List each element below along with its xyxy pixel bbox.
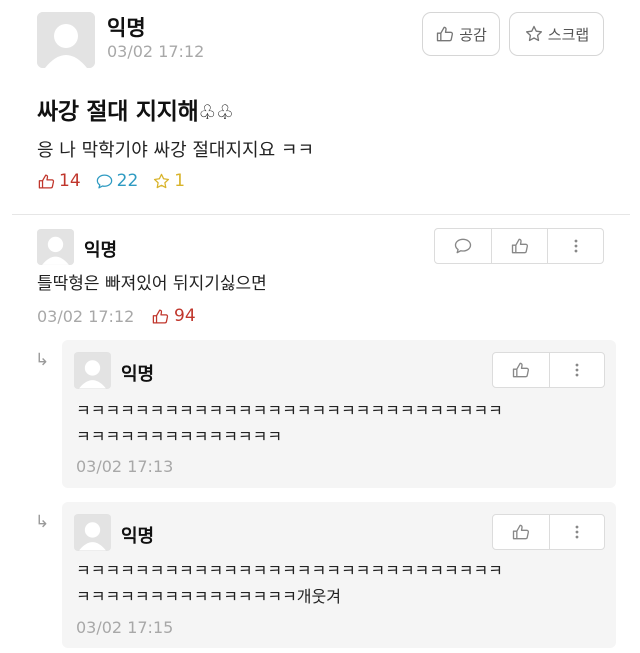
reply-actions — [492, 514, 605, 550]
thumbs-up-icon — [38, 174, 55, 188]
reply-text-line2: ㅋㅋㅋㅋㅋㅋㅋㅋㅋㅋㅋㅋㅋㅋ — [76, 427, 283, 446]
vertical-dots-icon — [575, 363, 579, 377]
post-comment-count-value: 22 — [116, 171, 139, 191]
thumbs-up-icon — [152, 309, 169, 323]
post-title-text: 싸강 절대 지지해 — [37, 99, 199, 125]
vertical-dots-icon — [575, 525, 579, 539]
reply-more-button[interactable] — [548, 353, 605, 387]
speech-bubble-icon — [96, 174, 112, 188]
speech-bubble-icon — [454, 238, 472, 254]
anonymous-avatar-icon — [74, 352, 111, 389]
comment-text: 틀딱형은 빠져있어 뒤지기싫으면 — [37, 274, 267, 294]
comment-reply-button[interactable] — [435, 229, 491, 263]
comment-avatar — [37, 229, 74, 265]
reply-actions — [492, 352, 605, 388]
reply-item: 익명 ㅋㅋㅋㅋㅋㅋㅋㅋㅋㅋㅋㅋㅋㅋㅋㅋㅋㅋㅋㅋㅋㅋㅋㅋㅋㅋㅋㅋㅋ ㅋㅋㅋㅋㅋㅋㅋ… — [62, 502, 616, 648]
anonymous-avatar-icon — [37, 229, 74, 265]
thumbs-up-icon — [511, 238, 528, 254]
post-like-count-value: 14 — [59, 171, 81, 191]
vertical-dots-icon — [574, 239, 577, 253]
reply-arrow-icon: ↳ — [35, 512, 50, 532]
comment-more-button[interactable] — [547, 229, 603, 263]
reply-avatar — [74, 352, 111, 389]
post-author-avatar — [37, 12, 95, 68]
post-like-button-label: 공감 — [459, 25, 487, 44]
post-like-count: 14 — [37, 171, 81, 191]
post-scrap-count-value: 1 — [174, 171, 186, 191]
comment-timestamp: 03/02 17:12 — [37, 307, 135, 326]
reply-arrow-icon: ↳ — [35, 350, 50, 370]
post-comment-count: 22 — [95, 171, 139, 191]
reply-like-button[interactable] — [493, 515, 549, 549]
post-scrap-button[interactable]: 스크랩 — [509, 12, 604, 56]
star-icon — [154, 173, 170, 188]
reply-text-line1: ㅋㅋㅋㅋㅋㅋㅋㅋㅋㅋㅋㅋㅋㅋㅋㅋㅋㅋㅋㅋㅋㅋㅋㅋㅋㅋㅋㅋㅋ — [76, 561, 503, 580]
reply-author-name: 익명 — [121, 526, 155, 547]
post-author-name: 익명 — [107, 16, 146, 40]
reply-more-button[interactable] — [548, 515, 605, 549]
post-scrap-count: 1 — [152, 171, 185, 191]
comment-like-count-value: 94 — [174, 306, 196, 326]
post-scrap-button-label: 스크랩 — [547, 25, 590, 44]
post-divider — [12, 214, 630, 215]
thumbs-up-icon — [437, 26, 454, 42]
reply-text-line1: ㅋㅋㅋㅋㅋㅋㅋㅋㅋㅋㅋㅋㅋㅋㅋㅋㅋㅋㅋㅋㅋㅋㅋㅋㅋㅋㅋㅋㅋ — [76, 401, 503, 420]
reply-like-button[interactable] — [493, 353, 549, 387]
post-stats: 14 22 1 — [37, 171, 199, 191]
anonymous-avatar-icon — [37, 12, 95, 68]
anonymous-avatar-icon — [74, 514, 111, 551]
reply-item: 익명 ㅋㅋㅋㅋㅋㅋㅋㅋㅋㅋㅋㅋㅋㅋㅋㅋㅋㅋㅋㅋㅋㅋㅋㅋㅋㅋㅋㅋㅋ ㅋㅋㅋㅋㅋㅋㅋ… — [62, 340, 616, 488]
post-like-button[interactable]: 공감 — [422, 12, 500, 56]
star-icon — [525, 25, 542, 42]
comment-actions — [434, 228, 604, 264]
post-timestamp: 03/02 17:12 — [107, 42, 205, 61]
thumbs-up-icon — [512, 524, 529, 540]
reply-timestamp: 03/02 17:15 — [76, 618, 174, 637]
post-title: 싸강 절대 지지해♧♧ — [37, 92, 234, 126]
comment-like-count: 94 — [151, 306, 196, 326]
reply-author-name: 익명 — [121, 364, 155, 385]
reply-avatar — [74, 514, 111, 551]
thumbs-up-icon — [512, 362, 529, 378]
reply-text-line2: ㅋㅋㅋㅋㅋㅋㅋㅋㅋㅋㅋㅋㅋㅋㅋ개웃겨 — [76, 587, 341, 606]
comment-like-button[interactable] — [491, 229, 547, 263]
comment-author-name: 익명 — [84, 240, 118, 261]
post-body: 응 나 막학기야 싸강 절대지지요 ㅋㅋ — [37, 140, 315, 161]
reply-timestamp: 03/02 17:13 — [76, 457, 174, 476]
post-title-emoji: ♧♧ — [198, 100, 234, 124]
